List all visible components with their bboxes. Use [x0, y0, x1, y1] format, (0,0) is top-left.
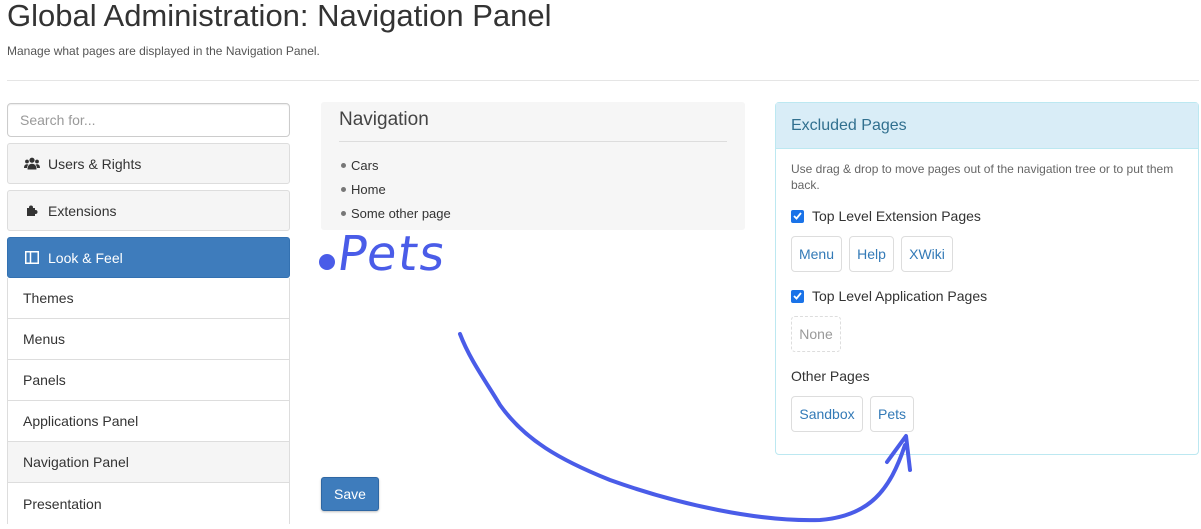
page-subtitle: Manage what pages are displayed in the N… — [7, 44, 320, 58]
submenu-item-panels[interactable]: Panels — [8, 360, 289, 401]
category-users-rights[interactable]: Users & Rights — [7, 143, 290, 184]
category-label: Users & Rights — [48, 155, 142, 172]
empty-drop-zone[interactable]: None — [791, 316, 841, 352]
search-input[interactable] — [7, 103, 290, 137]
excluded-pages-panel: Excluded Pages Use drag & drop to move p… — [775, 102, 1199, 455]
navigation-tree-panel: Navigation Cars Home Some other page — [321, 102, 745, 230]
navigation-tree: Cars Home Some other page — [341, 153, 451, 225]
header-divider — [7, 80, 1199, 81]
group-label: Top Level Application Pages — [812, 288, 988, 304]
tree-node-label: Home — [351, 181, 386, 197]
group-top-level-application: Top Level Application Pages — [791, 288, 987, 304]
group-label: Top Level Extension Pages — [812, 208, 981, 224]
excluded-page-chip[interactable]: Help — [849, 236, 894, 272]
tree-node-label: Cars — [351, 157, 379, 173]
page-title: Global Administration: Navigation Panel — [7, 0, 552, 33]
puzzle-icon — [22, 204, 42, 217]
category-extensions[interactable]: Extensions — [7, 190, 290, 231]
navigation-title: Navigation — [339, 109, 429, 130]
submenu-item-navigation-panel[interactable]: Navigation Panel — [8, 442, 289, 483]
submenu-item-themes[interactable]: Themes — [8, 278, 289, 319]
group-other-pages: Other Pages — [791, 368, 870, 384]
category-label: Extensions — [48, 202, 117, 219]
category-label: Look & Feel — [48, 249, 123, 266]
excluded-pages-title: Excluded Pages — [776, 103, 1198, 149]
tree-node[interactable]: Some other page — [341, 201, 451, 225]
look-feel-submenu: Themes Menus Panels Applications Panel N… — [7, 278, 290, 524]
excluded-page-chip[interactable]: Menu — [791, 236, 842, 272]
tree-node[interactable]: Cars — [341, 153, 451, 177]
checkbox-checked-icon[interactable] — [791, 289, 804, 303]
excluded-page-chip[interactable]: Pets — [870, 396, 914, 432]
bullet-icon — [341, 210, 346, 216]
bullet-icon — [341, 162, 346, 168]
annotation-handwriting: Pets — [334, 226, 451, 282]
users-icon — [22, 157, 42, 170]
layout-icon — [22, 251, 42, 264]
save-button[interactable]: Save — [321, 477, 379, 511]
submenu-item-applications-panel[interactable]: Applications Panel — [8, 401, 289, 442]
submenu-item-menus[interactable]: Menus — [8, 319, 289, 360]
navigation-divider — [339, 141, 727, 142]
submenu-item-presentation[interactable]: Presentation — [8, 483, 289, 524]
category-look-feel[interactable]: Look & Feel — [7, 237, 290, 278]
help-text: Use drag & drop to move pages out of the… — [791, 162, 1174, 192]
excluded-page-chip[interactable]: XWiki — [901, 236, 953, 272]
tree-node[interactable]: Home — [341, 177, 451, 201]
excluded-page-chip[interactable]: Sandbox — [791, 396, 863, 432]
tree-node-label: Some other page — [351, 205, 451, 221]
checkbox-checked-icon[interactable] — [791, 209, 804, 223]
group-top-level-extension: Top Level Extension Pages — [791, 208, 981, 224]
group-label: Other Pages — [791, 368, 870, 384]
bullet-icon — [341, 186, 346, 192]
